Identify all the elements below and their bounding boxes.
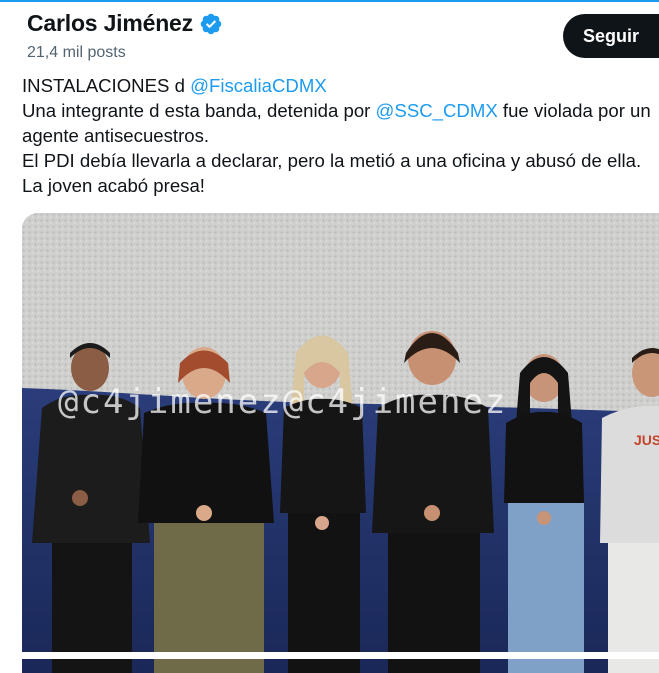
- tweet-photo[interactable]: JUS @c4jimenez@c4jimenez: [22, 213, 659, 673]
- tweet-line-2-text: Una integrante d esta banda, detenida po…: [22, 100, 376, 121]
- verified-badge-icon: [199, 12, 223, 36]
- tweet-line-3: agente antisecuestros.: [22, 123, 659, 148]
- author-name-row: Carlos Jiménez: [27, 10, 223, 37]
- tweet-line-2: Una integrante d esta banda, detenida po…: [22, 98, 659, 123]
- tweet-line-2-suffix: fue violada por un: [498, 100, 651, 121]
- profile-header: Carlos Jiménez 21,4 mil posts Seguir: [0, 2, 659, 66]
- tweet-text: INSTALACIONES d @FiscaliaCDMX Una integr…: [22, 73, 659, 198]
- tweet-line-4: El PDI debía llevarla a declarar, pero l…: [22, 148, 659, 173]
- mention-fiscalia[interactable]: @FiscaliaCDMX: [190, 75, 327, 96]
- follow-button[interactable]: Seguir: [563, 14, 659, 58]
- photo-watermark: @c4jimenez@c4jimenez: [58, 382, 507, 422]
- photo-illustration: JUS @c4jimenez@c4jimenez: [22, 213, 659, 673]
- post-count: 21,4 mil posts: [27, 44, 126, 62]
- tweet-line-1-text: INSTALACIONES d: [22, 75, 190, 96]
- tweet-line-5: La joven acabó presa!: [22, 173, 659, 198]
- bottom-edge: [0, 652, 659, 659]
- mention-ssc[interactable]: @SSC_CDMX: [376, 100, 498, 121]
- author-name[interactable]: Carlos Jiménez: [27, 10, 193, 37]
- tweet-line-1: INSTALACIONES d @FiscaliaCDMX: [22, 73, 659, 98]
- shirt-text: JUS: [634, 432, 659, 448]
